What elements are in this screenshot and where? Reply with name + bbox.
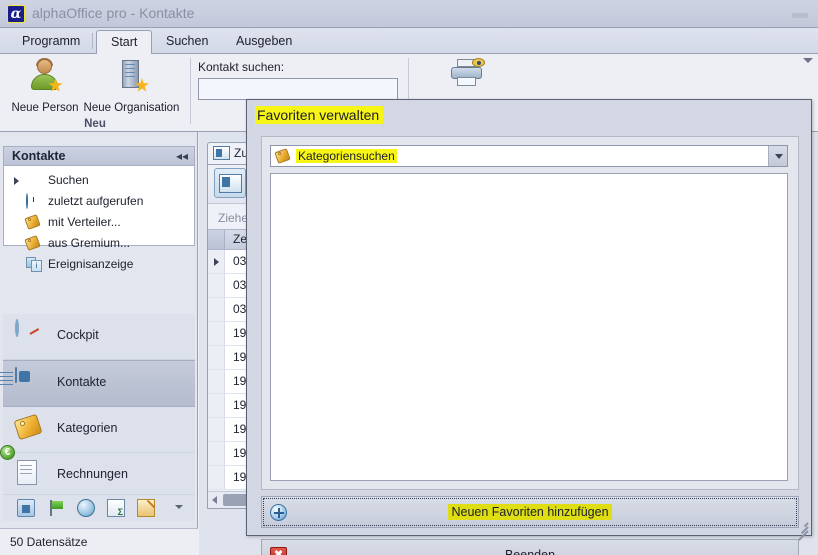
sidebar-item-label: aus Gremium... [48,236,131,250]
chevron-down-icon[interactable] [768,146,787,166]
row-gutter [208,370,225,393]
tab-ausgeben[interactable]: Ausgeben [222,30,306,54]
scroll-left-icon[interactable] [212,496,217,504]
expand-arrow-icon[interactable] [14,177,19,185]
globe-phone-icon[interactable] [77,499,95,517]
tab-start[interactable]: Start [96,30,153,55]
category-search-combo[interactable]: Kategoriensuchen [270,145,788,167]
contact-search-input[interactable] [198,78,398,100]
row-gutter [208,346,225,369]
ribbon-tab-strip: Programm Start Suchen Ausgeben [0,28,818,55]
sidebar-item-label: Cockpit [57,328,99,342]
close-dialog-button[interactable]: ✖ Beenden [261,539,799,555]
contact-view-button[interactable] [214,168,246,198]
contact-card-icon [0,367,47,398]
address-book-icon[interactable] [17,499,35,517]
alpha-icon: α [7,5,25,23]
sidebar-item-label: Rechnungen [57,467,128,481]
flag-icon[interactable] [47,499,65,517]
favorites-list[interactable] [270,173,788,481]
ribbon-group-neu-label: Neu [84,118,106,130]
sidebar-item-label: mit Verteiler... [48,215,121,229]
favorites-dialog: Favoriten verwalten Kategoriensuchen Neu… [246,99,812,555]
tag-large-icon [13,413,47,444]
row-indicator-icon [214,258,219,266]
status-bar: 50 Datensätze [0,528,198,555]
contact-card-icon [213,146,230,160]
sidebar-item-aus-gremium[interactable]: aus Gremium... [4,233,194,255]
sidebar-tree: Suchen zuletzt aufgerufen mit Verteiler.… [3,166,195,272]
tab-programm[interactable]: Programm [8,30,94,54]
application-window: α alphaOffice pro - Kontakte Programm St… [0,0,818,555]
ribbon-group-separator [190,58,191,124]
row-gutter [208,442,225,465]
sidebar-item-suchen[interactable]: Suchen [4,170,194,192]
sidebar-tool-strip [3,494,195,521]
minimize-button[interactable] [792,13,808,18]
sidebar-item-label: Suchen [48,173,89,187]
tab-suchen[interactable]: Suchen [152,30,222,54]
new-person-button[interactable]: Neue Person [6,56,84,114]
ribbon-collapse-icon[interactable] [803,58,813,63]
new-person-label: Neue Person [11,102,79,114]
dialog-body: Kategoriensuchen [261,136,799,490]
add-favorite-button[interactable]: Neuen Favoriten hinzufügen [261,496,799,528]
tag-icon [274,148,292,164]
invoice-euro-icon: € [0,445,47,490]
event-window-icon: i [26,257,42,273]
contact-card-icon [219,174,242,193]
sidebar-nav-list: Cockpit Kontakte Kategorien € Rechnungen [0,314,195,499]
new-organisation-icon [115,58,150,92]
grid-gutter-header [208,230,225,249]
sidebar-item-zuletzt-aufgerufen[interactable]: zuletzt aufgerufen [4,191,194,213]
ribbon-group-neu: Neue Person Neue Organisation Neu [0,54,190,132]
sidebar-panel-title: Kontakte [12,149,66,163]
sidebar-item-rechnungen[interactable]: € Rechnungen [0,445,195,499]
resize-grip-icon[interactable] [794,519,809,541]
sidebar-item-cockpit[interactable]: Cockpit [3,314,195,360]
add-favorite-label: Neuen Favoriten hinzufügen [262,504,798,520]
row-gutter [208,394,225,417]
close-dialog-label: Beenden [504,548,556,555]
sidebar-item-label: zuletzt aufgerufen [48,194,144,208]
new-organisation-label: Neue Organisation [83,102,180,114]
tab-separator [92,33,93,49]
print-preview-icon [449,58,485,90]
sidebar-item-label: Kontakte [57,375,107,389]
tag-icon [24,235,42,252]
tag-icon [24,214,42,231]
sidebar-panel-header: Kontakte ◂◂ [3,146,195,166]
window-title: alphaOffice pro - Kontakte [32,5,195,21]
category-search-value: Kategoriensuchen [296,149,397,163]
sidebar-item-kontakte[interactable]: Kontakte [0,360,195,407]
new-person-icon [28,58,63,92]
gauge-icon [15,319,47,351]
chevron-down-icon[interactable] [175,505,183,509]
new-organisation-button[interactable]: Neue Organisation [74,56,189,114]
sidebar-item-label: Kategorien [57,421,118,435]
title-bar: α alphaOffice pro - Kontakte [0,0,818,28]
contact-search-label: Kontakt suchen: [198,60,285,74]
dialog-title: Favoriten verwalten [255,106,384,124]
sidebar-item-kategorien[interactable]: Kategorien [3,407,195,453]
row-gutter [208,274,225,297]
record-count-label: 50 Datensätze [10,535,88,549]
star-icon [26,173,42,189]
double-chevron-left-icon[interactable]: ◂◂ [176,150,188,162]
recent-clock-icon [26,193,42,210]
row-gutter [208,298,225,321]
row-gutter [208,466,225,489]
spreadsheet-sum-icon[interactable] [107,499,125,517]
row-gutter [208,418,225,441]
sidebar-item-ereignisanzeige[interactable]: i Ereignisanzeige [4,254,194,276]
sidebar-item-mit-verteiler[interactable]: mit Verteiler... [4,212,194,234]
clipboard-edit-icon[interactable] [137,499,155,517]
sidebar-item-label: Ereignisanzeige [48,257,134,271]
left-pane: Kontakte ◂◂ Suchen zuletzt aufgerufen mi… [0,132,198,534]
row-gutter [208,250,225,273]
row-gutter [208,322,225,345]
